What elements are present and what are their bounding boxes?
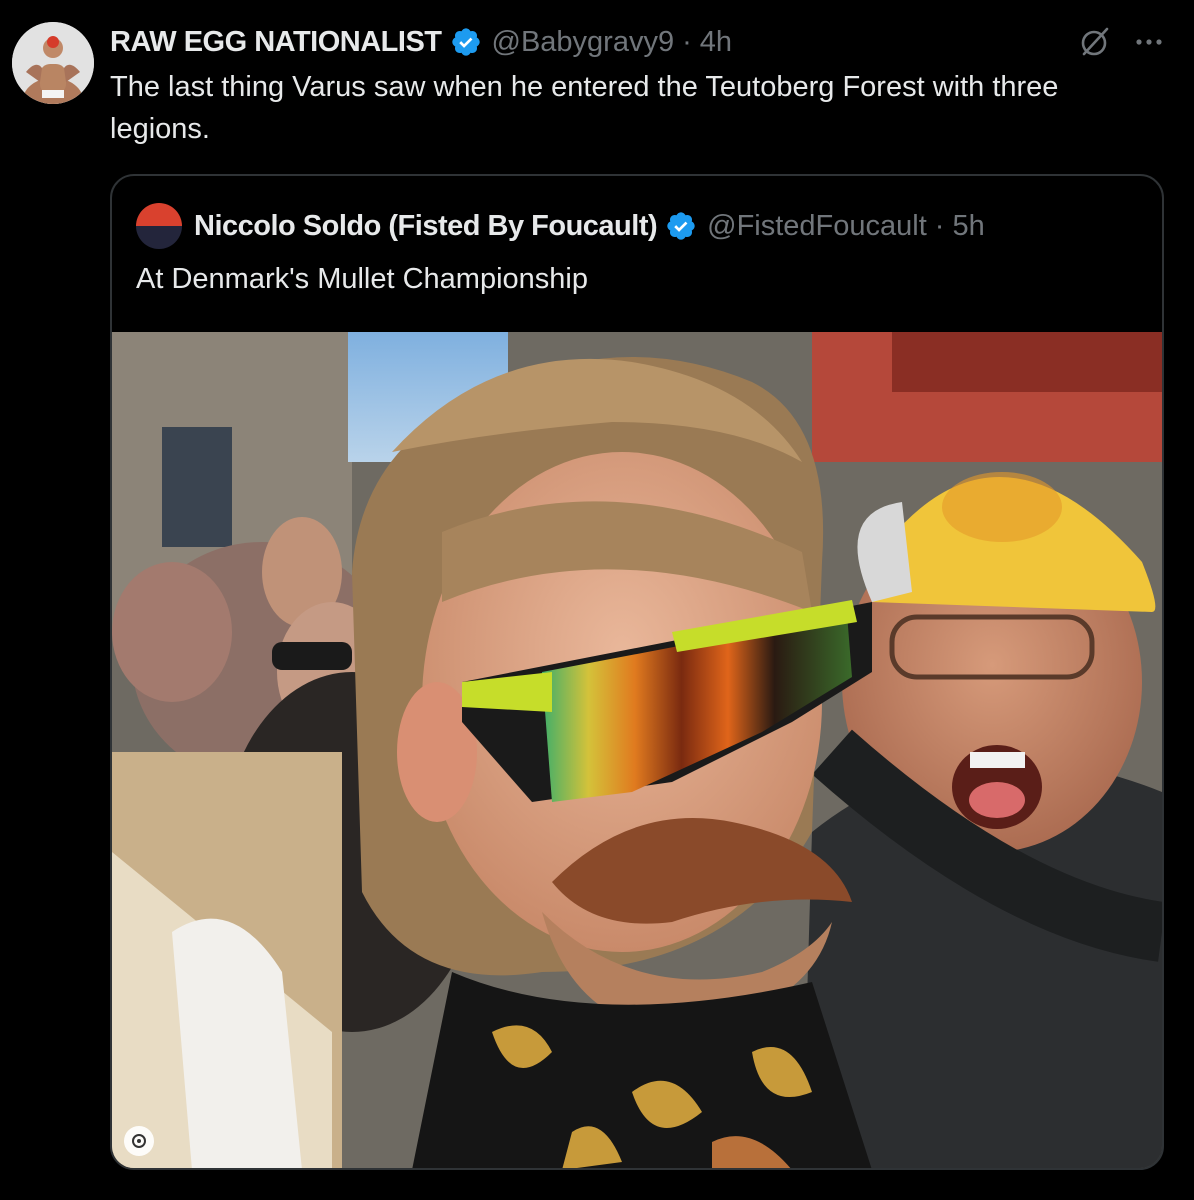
author-handle[interactable]: @Babygravy9 [492,26,675,59]
more-icon[interactable] [1134,27,1164,57]
quoted-tweet-photo[interactable] [112,332,1162,1168]
quoted-tweet-header: Niccolo Soldo (Fisted By Foucault) @Fist… [136,202,1142,250]
verified-badge-icon [667,212,695,240]
tweet[interactable]: RAW EGG NATIONALIST @Babygravy9 · 4h The… [0,0,1194,1200]
tweet-text: The last thing Varus saw when he entered… [110,71,1059,145]
tweet-header: RAW EGG NATIONALIST @Babygravy9 · 4h [110,20,1164,64]
quoted-tweet-text: At Denmark's Mullet Championship [136,263,588,295]
grok-icon[interactable] [1078,25,1112,59]
author-display-name[interactable]: RAW EGG NATIONALIST [110,26,442,59]
media-info-icon[interactable] [124,1126,154,1156]
quoted-tweet[interactable]: Niccolo Soldo (Fisted By Foucault) @Fist… [110,174,1164,1170]
verified-badge-icon [451,28,480,56]
separator-dot: · [682,25,692,58]
quoted-author-handle[interactable]: @FistedFoucault [707,210,927,243]
photo-image [112,332,1162,1168]
header-actions [1078,20,1164,64]
quoted-author-display-name[interactable]: Niccolo Soldo (Fisted By Foucault) [194,210,658,243]
author-avatar[interactable] [12,22,94,104]
tweet-timestamp[interactable]: 4h [700,26,732,59]
quoted-author-avatar[interactable] [136,203,182,249]
separator-dot: · [934,209,945,242]
quoted-tweet-timestamp[interactable]: 5h [952,210,984,243]
